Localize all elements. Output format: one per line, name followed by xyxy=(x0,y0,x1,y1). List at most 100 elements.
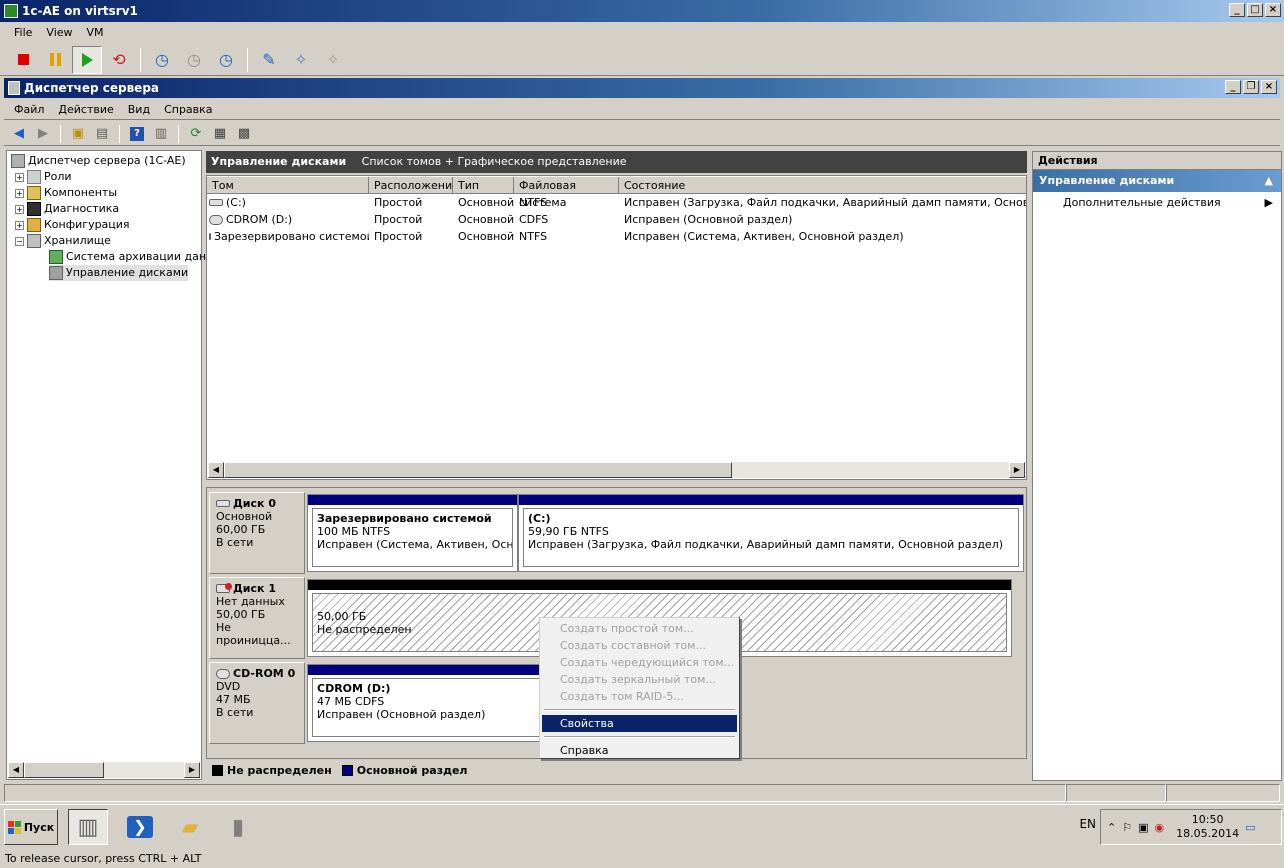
refresh-button[interactable]: ⟳ xyxy=(185,124,207,144)
tree-icon: ▤ xyxy=(95,126,109,141)
snapshot-manager-button[interactable]: ◷ xyxy=(211,46,241,74)
scroll-thumb[interactable] xyxy=(24,762,104,778)
scroll-thumb[interactable] xyxy=(224,462,732,478)
scroll-right-button[interactable]: ▶ xyxy=(184,762,200,778)
col-header-status[interactable]: Состояние xyxy=(619,177,1027,194)
scroll-right-button[interactable]: ▶ xyxy=(1009,462,1025,478)
tools-button[interactable]: ✧ xyxy=(286,46,316,74)
expand-icon[interactable]: + xyxy=(15,204,24,214)
ctx-create-striped-volume[interactable]: Создать чередующийся том... xyxy=(542,654,737,671)
start-button[interactable]: Пуск xyxy=(4,809,58,845)
expand-icon[interactable]: + xyxy=(15,172,24,182)
edit-settings-button[interactable]: ✎ xyxy=(254,46,284,74)
show-hide-tree-button[interactable]: ▤ xyxy=(91,124,113,144)
outer-close-button[interactable]: × xyxy=(1265,3,1281,17)
context-menu: Создать простой том... Создать составной… xyxy=(539,617,740,759)
tree-item-storage[interactable]: − Хранилище xyxy=(15,233,111,249)
action-more-actions[interactable]: Дополнительные действия ▶ xyxy=(1033,192,1281,214)
table-row[interactable]: Зарезервировано системой Простой Основно… xyxy=(207,228,1026,245)
back-button[interactable]: ◀ xyxy=(8,124,30,144)
tools-disabled-button[interactable]: ✧ xyxy=(318,46,348,74)
menu-help[interactable]: Справка xyxy=(164,100,212,119)
inner-window-title: Диспетчер сервера xyxy=(24,81,159,95)
volume-list-hscrollbar[interactable]: ◀ ▶ xyxy=(208,462,1025,478)
col-header-layout[interactable]: Расположение xyxy=(369,177,459,194)
ctx-create-raid5-volume[interactable]: Создать том RAID-5... xyxy=(542,688,737,705)
expand-icon[interactable]: + xyxy=(15,188,24,198)
collapse-arrow-icon[interactable]: ▲ xyxy=(1265,170,1273,192)
ctx-create-mirrored-volume[interactable]: Создать зеркальный том... xyxy=(542,671,737,688)
tray-expand-icon[interactable]: ⌃ xyxy=(1107,821,1116,834)
help-button[interactable]: ? xyxy=(126,124,148,144)
inner-minimize-button[interactable]: _ xyxy=(1225,80,1241,94)
reset-button[interactable]: ⟲ xyxy=(104,46,134,74)
menu-vm[interactable]: VM xyxy=(87,24,104,42)
inner-restore-button[interactable]: ❐ xyxy=(1243,80,1259,94)
properties-icon: ▦ xyxy=(213,126,227,141)
taskbar-server-manager[interactable]: ▥ xyxy=(68,809,108,845)
language-indicator[interactable]: EN xyxy=(1079,817,1096,831)
clock[interactable]: 10:50 18.05.2014 xyxy=(1176,813,1239,841)
disk1-label[interactable]: Диск 1 Нет данных 50,00 ГБ Не проиницца.… xyxy=(209,577,305,659)
snapshot-button[interactable]: ◷ xyxy=(147,46,177,74)
disk-tool-button[interactable]: ▩ xyxy=(233,124,255,144)
taskbar-admin-tools[interactable]: ▮ xyxy=(218,809,258,845)
inner-close-button[interactable]: × xyxy=(1261,80,1277,94)
arrow-right-icon: ▶ xyxy=(38,126,48,141)
menu-view[interactable]: View xyxy=(46,24,72,42)
outer-maximize-button[interactable]: □ xyxy=(1247,3,1263,17)
tree-item-configuration[interactable]: + Конфигурация xyxy=(15,217,130,233)
ctx-help[interactable]: Справка xyxy=(542,742,737,759)
menu-file[interactable]: File xyxy=(14,24,32,42)
tree-item-diagnostics[interactable]: + Диагностика xyxy=(15,201,119,217)
tree-hscrollbar[interactable]: ◀ ▶ xyxy=(8,762,200,778)
volume-muted-icon[interactable]: ◉ xyxy=(1155,821,1165,834)
col-header-type[interactable]: Тип xyxy=(453,177,514,194)
properties-button[interactable]: ▦ xyxy=(209,124,231,144)
partition-cdrom-d[interactable]: CDROM (D:) 47 МБ CDFS Исправен (Основной… xyxy=(307,664,547,742)
show-hide-action-pane-button[interactable]: ▥ xyxy=(150,124,172,144)
menu-action[interactable]: Действие xyxy=(58,100,113,119)
col-header-volume[interactable]: Том xyxy=(207,177,369,194)
server-manager-icon: ▥ xyxy=(77,814,99,840)
outer-minimize-button[interactable]: _ xyxy=(1229,3,1245,17)
tree-item-disk-management[interactable]: Управление дисками xyxy=(49,265,189,281)
expand-icon[interactable]: + xyxy=(15,220,24,230)
menu-file-ru[interactable]: Файл xyxy=(14,100,44,119)
menu-view-ru[interactable]: Вид xyxy=(128,100,150,119)
partition-system-reserved[interactable]: Зарезервировано системой 100 МБ NTFS Исп… xyxy=(307,494,518,572)
show-desktop-icon[interactable]: ▭ xyxy=(1245,821,1255,834)
ctx-properties[interactable]: Свойства xyxy=(542,715,737,732)
taskbar-powershell[interactable]: ❯ xyxy=(120,809,160,845)
scroll-left-button[interactable]: ◀ xyxy=(208,462,224,478)
actions-pane: Действия Управление дисками ▲ Дополнител… xyxy=(1032,151,1282,781)
cdrom0-label[interactable]: CD-ROM 0 DVD 47 МБ В сети xyxy=(209,662,305,744)
stop-button[interactable] xyxy=(8,46,38,74)
table-row[interactable]: CDROM (D:) Простой Основной CDFS Исправе… xyxy=(207,211,1026,228)
flag-icon[interactable]: ⚐ xyxy=(1122,821,1132,834)
taskbar-explorer[interactable]: ▰ xyxy=(170,809,210,845)
pause-button[interactable] xyxy=(40,46,70,74)
table-row[interactable]: (C:) Простой Основной NTFS Исправен (Заг… xyxy=(207,194,1026,211)
up-button[interactable]: ▣ xyxy=(67,124,89,144)
revert-button[interactable]: ◷ xyxy=(179,46,209,74)
tree-root[interactable]: Диспетчер сервера (1C-AE) xyxy=(11,153,186,169)
play-button[interactable] xyxy=(72,45,102,74)
ctx-create-simple-volume[interactable]: Создать простой том... xyxy=(542,620,737,637)
tree-item-backup[interactable]: Система архивации данн xyxy=(49,249,213,265)
tree-item-features[interactable]: + Компоненты xyxy=(15,185,117,201)
outer-window-titlebar[interactable]: 1c-AE on virtsrv1 _ □ × xyxy=(0,0,1284,22)
tree-item-roles[interactable]: + Роли xyxy=(15,169,72,185)
disk0-label[interactable]: Диск 0 Основной 60,00 ГБ В сети xyxy=(209,492,305,574)
col-header-fs[interactable]: Файловая система xyxy=(514,177,619,209)
scroll-left-button[interactable]: ◀ xyxy=(8,762,24,778)
disk-icon xyxy=(216,500,230,507)
network-icon[interactable]: ▣ xyxy=(1138,821,1148,834)
actions-section-disk-management[interactable]: Управление дисками ▲ xyxy=(1033,170,1281,192)
forward-button[interactable]: ▶ xyxy=(32,124,54,144)
partition-c[interactable]: (C:) 59,90 ГБ NTFS Исправен (Загрузка, Ф… xyxy=(518,494,1024,572)
inner-window-titlebar[interactable]: Диспетчер сервера _ ❐ × xyxy=(4,78,1280,98)
ctx-create-spanned-volume[interactable]: Создать составной том... xyxy=(542,637,737,654)
collapse-icon[interactable]: − xyxy=(15,236,24,246)
outer-menubar: File View VM xyxy=(0,24,1284,42)
